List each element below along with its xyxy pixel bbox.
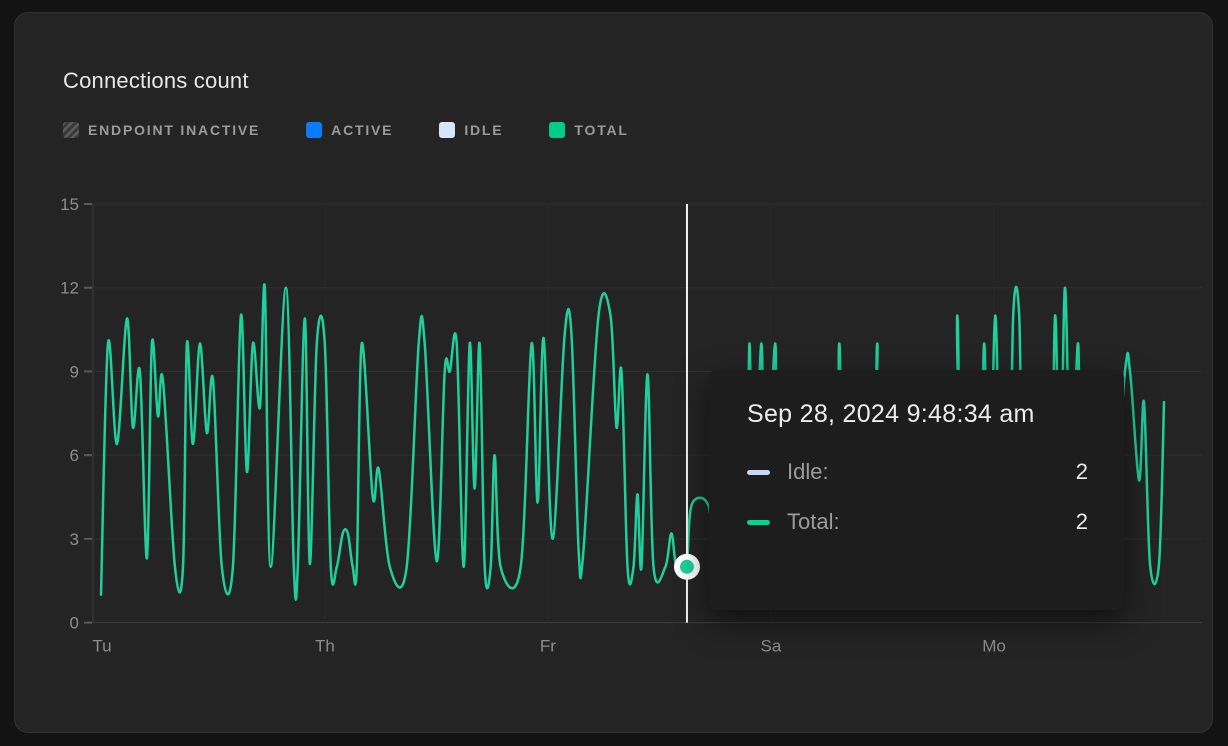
x-tick-label: Th: [315, 637, 335, 656]
idle-swatch-icon: [439, 122, 455, 138]
active-swatch-icon: [306, 122, 322, 138]
legend-item-total[interactable]: TOTAL: [549, 122, 628, 138]
legend-item-endpoint-inactive[interactable]: ENDPOINT INACTIVE: [63, 122, 260, 138]
tooltip-row-idle: Idle: 2: [747, 459, 1088, 485]
legend-item-active[interactable]: ACTIVE: [306, 122, 393, 138]
tooltip-row-label: Total:: [787, 509, 840, 535]
chart-tooltip: Sep 28, 2024 9:48:34 am Idle: 2 Total: 2: [709, 370, 1124, 610]
y-tick-label: 3: [70, 530, 79, 549]
cursor-marker-dot: [680, 560, 694, 574]
legend-item-idle[interactable]: IDLE: [439, 122, 503, 138]
y-tick-label: 6: [70, 446, 79, 465]
connections-card: Connections count ENDPOINT INACTIVE ACTI…: [14, 12, 1213, 733]
endpoint-inactive-swatch-icon: [63, 122, 79, 138]
legend-label: ENDPOINT INACTIVE: [88, 122, 260, 138]
y-tick-label: 15: [60, 195, 79, 214]
y-tick-label: 9: [70, 362, 79, 381]
page-title: Connections count: [63, 68, 1212, 94]
chart-legend: ENDPOINT INACTIVE ACTIVE IDLE TOTAL: [63, 120, 1212, 140]
legend-label: TOTAL: [574, 122, 628, 138]
tooltip-rows: Idle: 2 Total: 2: [747, 459, 1088, 535]
legend-label: IDLE: [464, 122, 503, 138]
tooltip-row-total: Total: 2: [747, 509, 1088, 535]
chart-area: 0 3 6 9 12 15 Tu Th Fr Sa Mo Sep 28, 2024 9:48:34 …: [56, 194, 1214, 676]
x-tick-label: Fr: [540, 637, 556, 656]
x-tick-label: Mo: [982, 637, 1006, 656]
y-tick-label: 0: [70, 614, 79, 633]
tooltip-timestamp: Sep 28, 2024 9:48:34 am: [747, 400, 1088, 429]
x-tick-label: Sa: [761, 637, 782, 656]
idle-dash-icon: [747, 470, 770, 475]
x-tick-label: Tu: [92, 637, 111, 656]
legend-label: ACTIVE: [331, 122, 393, 138]
total-dash-icon: [747, 520, 770, 525]
y-tick-label: 12: [60, 279, 79, 298]
total-swatch-icon: [549, 122, 565, 138]
tooltip-row-label: Idle:: [787, 459, 829, 485]
tooltip-row-value: 2: [1076, 459, 1088, 485]
tooltip-row-value: 2: [1076, 509, 1088, 535]
